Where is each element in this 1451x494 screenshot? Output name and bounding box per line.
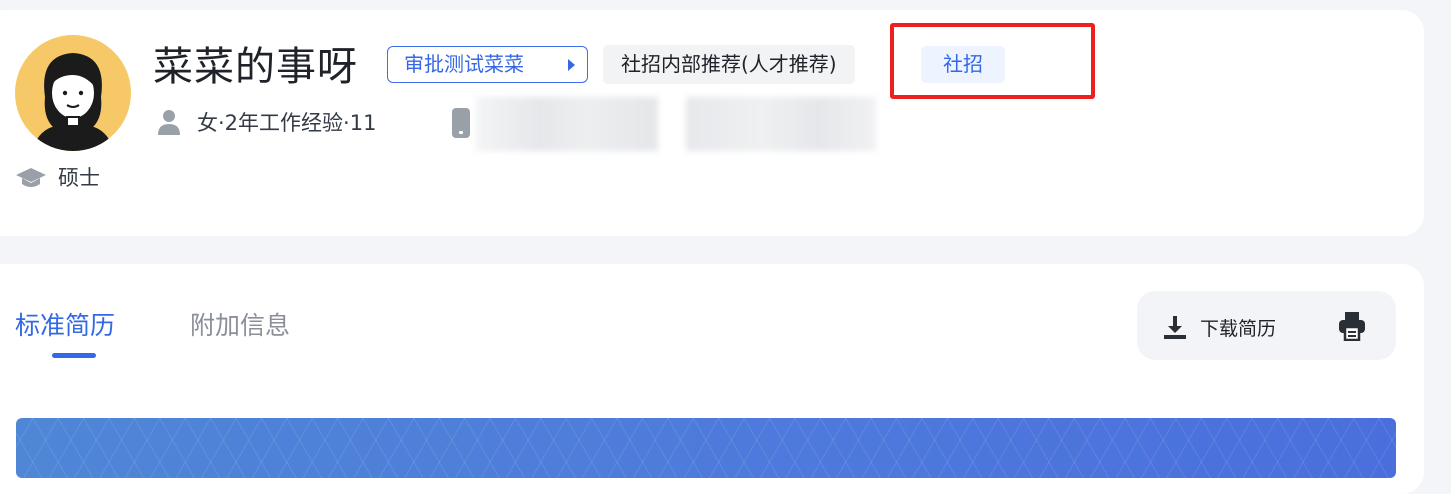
avatar bbox=[15, 35, 131, 151]
graduation-cap-icon bbox=[16, 168, 46, 187]
download-icon bbox=[1164, 316, 1186, 339]
education-level: 硕士 bbox=[58, 166, 100, 190]
tab-additional-info[interactable]: 附加信息 bbox=[190, 308, 290, 344]
download-resume-button[interactable]: 下载简历 bbox=[1162, 312, 1276, 342]
tab-standard-resume[interactable]: 标准简历 bbox=[15, 308, 115, 344]
person-icon bbox=[158, 110, 180, 135]
phone-icon bbox=[452, 108, 470, 138]
email-redacted bbox=[686, 97, 876, 151]
candidate-name: 菜菜的事呀 bbox=[153, 44, 358, 90]
resume-banner bbox=[16, 418, 1396, 478]
highlight-box bbox=[890, 23, 1095, 99]
download-resume-label: 下载简历 bbox=[1200, 317, 1277, 340]
caret-right-icon bbox=[568, 59, 575, 71]
print-icon[interactable] bbox=[1338, 311, 1366, 341]
approval-tag-label: 审批测试菜菜 bbox=[404, 52, 524, 76]
phone-redacted bbox=[476, 97, 658, 151]
channel-tag: 社招内部推荐(人才推荐) bbox=[603, 45, 855, 84]
active-tab-indicator bbox=[52, 353, 96, 358]
candidate-meta: 女·2年工作经验·11 bbox=[197, 111, 377, 135]
approval-tag[interactable]: 审批测试菜菜 bbox=[387, 46, 588, 83]
